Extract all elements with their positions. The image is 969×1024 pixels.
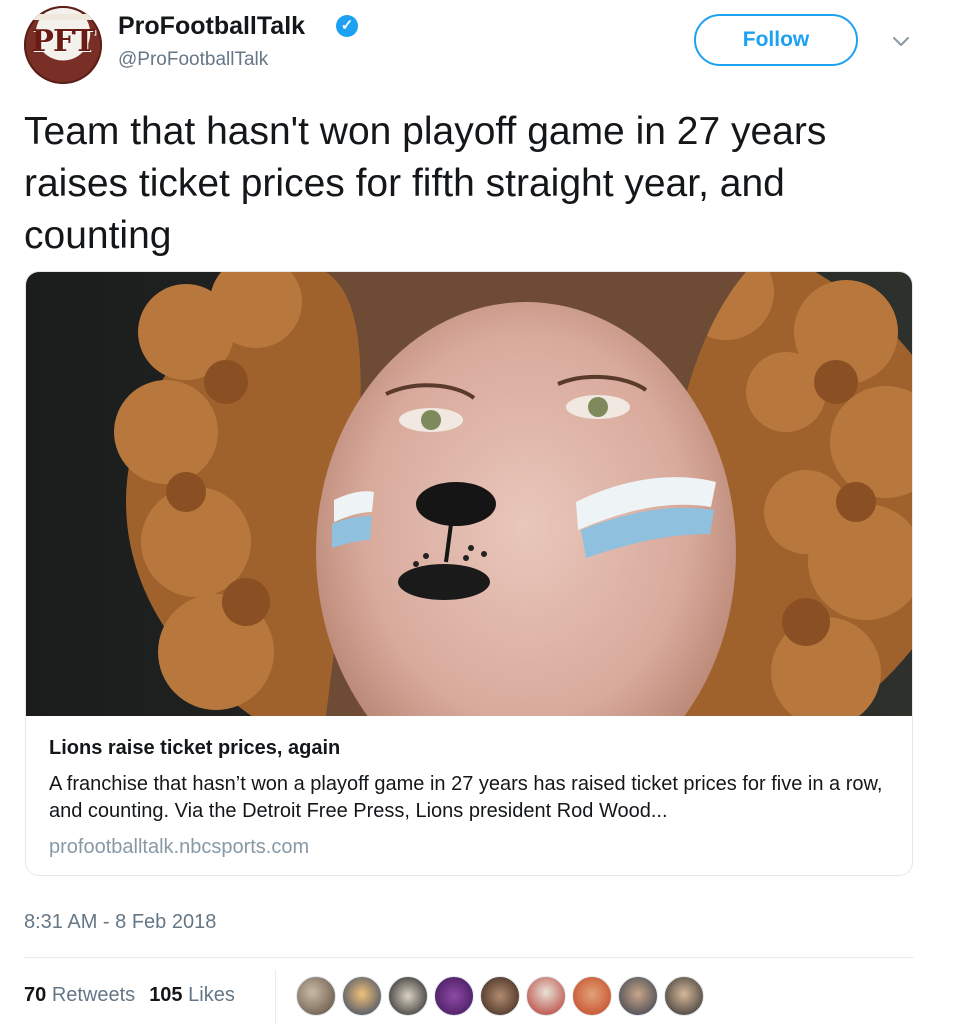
liker-avatar[interactable] xyxy=(388,976,428,1016)
likes-label: Likes xyxy=(188,984,235,1006)
account-handle[interactable]: @ProFootballTalk xyxy=(118,49,268,71)
follow-button[interactable]: Follow xyxy=(694,14,858,66)
link-card[interactable]: Lions raise ticket prices, again A franc… xyxy=(25,271,913,876)
card-title[interactable]: Lions raise ticket prices, again xyxy=(49,737,340,760)
retweets-stat[interactable]: 70 Retweets xyxy=(24,984,135,1006)
retweets-count: 70 xyxy=(24,984,47,1006)
liker-avatar[interactable] xyxy=(572,976,612,1016)
likes-stat[interactable]: 105 Likes xyxy=(149,984,235,1006)
retweets-label: Retweets xyxy=(51,984,136,1006)
card-domain: profootballtalk.nbcsports.com xyxy=(49,836,310,858)
account-name[interactable]: ProFootballTalk xyxy=(118,12,305,41)
liker-avatar[interactable] xyxy=(480,976,520,1016)
card-image[interactable] xyxy=(26,272,913,716)
liker-avatar[interactable] xyxy=(526,976,566,1016)
liker-avatar[interactable] xyxy=(664,976,704,1016)
liker-avatar[interactable] xyxy=(434,976,474,1016)
likes-count: 105 xyxy=(149,984,183,1006)
chevron-down-icon[interactable] xyxy=(890,30,912,52)
stats-divider xyxy=(24,957,914,958)
liker-avatar[interactable] xyxy=(618,976,658,1016)
tweet-text: Team that hasn't won playoff game in 27 … xyxy=(24,110,827,257)
stats-separator xyxy=(275,970,276,1024)
card-description: A franchise that hasn’t won a playoff ga… xyxy=(49,773,883,822)
liker-avatar[interactable] xyxy=(296,976,336,1016)
avatar-stripe xyxy=(24,14,102,20)
card-body[interactable]: Lions raise ticket prices, again A franc… xyxy=(26,716,912,875)
avatar-logo-text: PFT xyxy=(31,24,95,59)
engagement-stats: 70 Retweets 105 Likes xyxy=(24,984,235,1007)
verified-badge-icon: ✓ xyxy=(336,15,358,37)
tweet-timestamp[interactable]: 8:31 AM - 8 Feb 2018 xyxy=(24,911,216,934)
account-avatar[interactable]: PFT xyxy=(24,6,102,84)
liker-avatar[interactable] xyxy=(342,976,382,1016)
